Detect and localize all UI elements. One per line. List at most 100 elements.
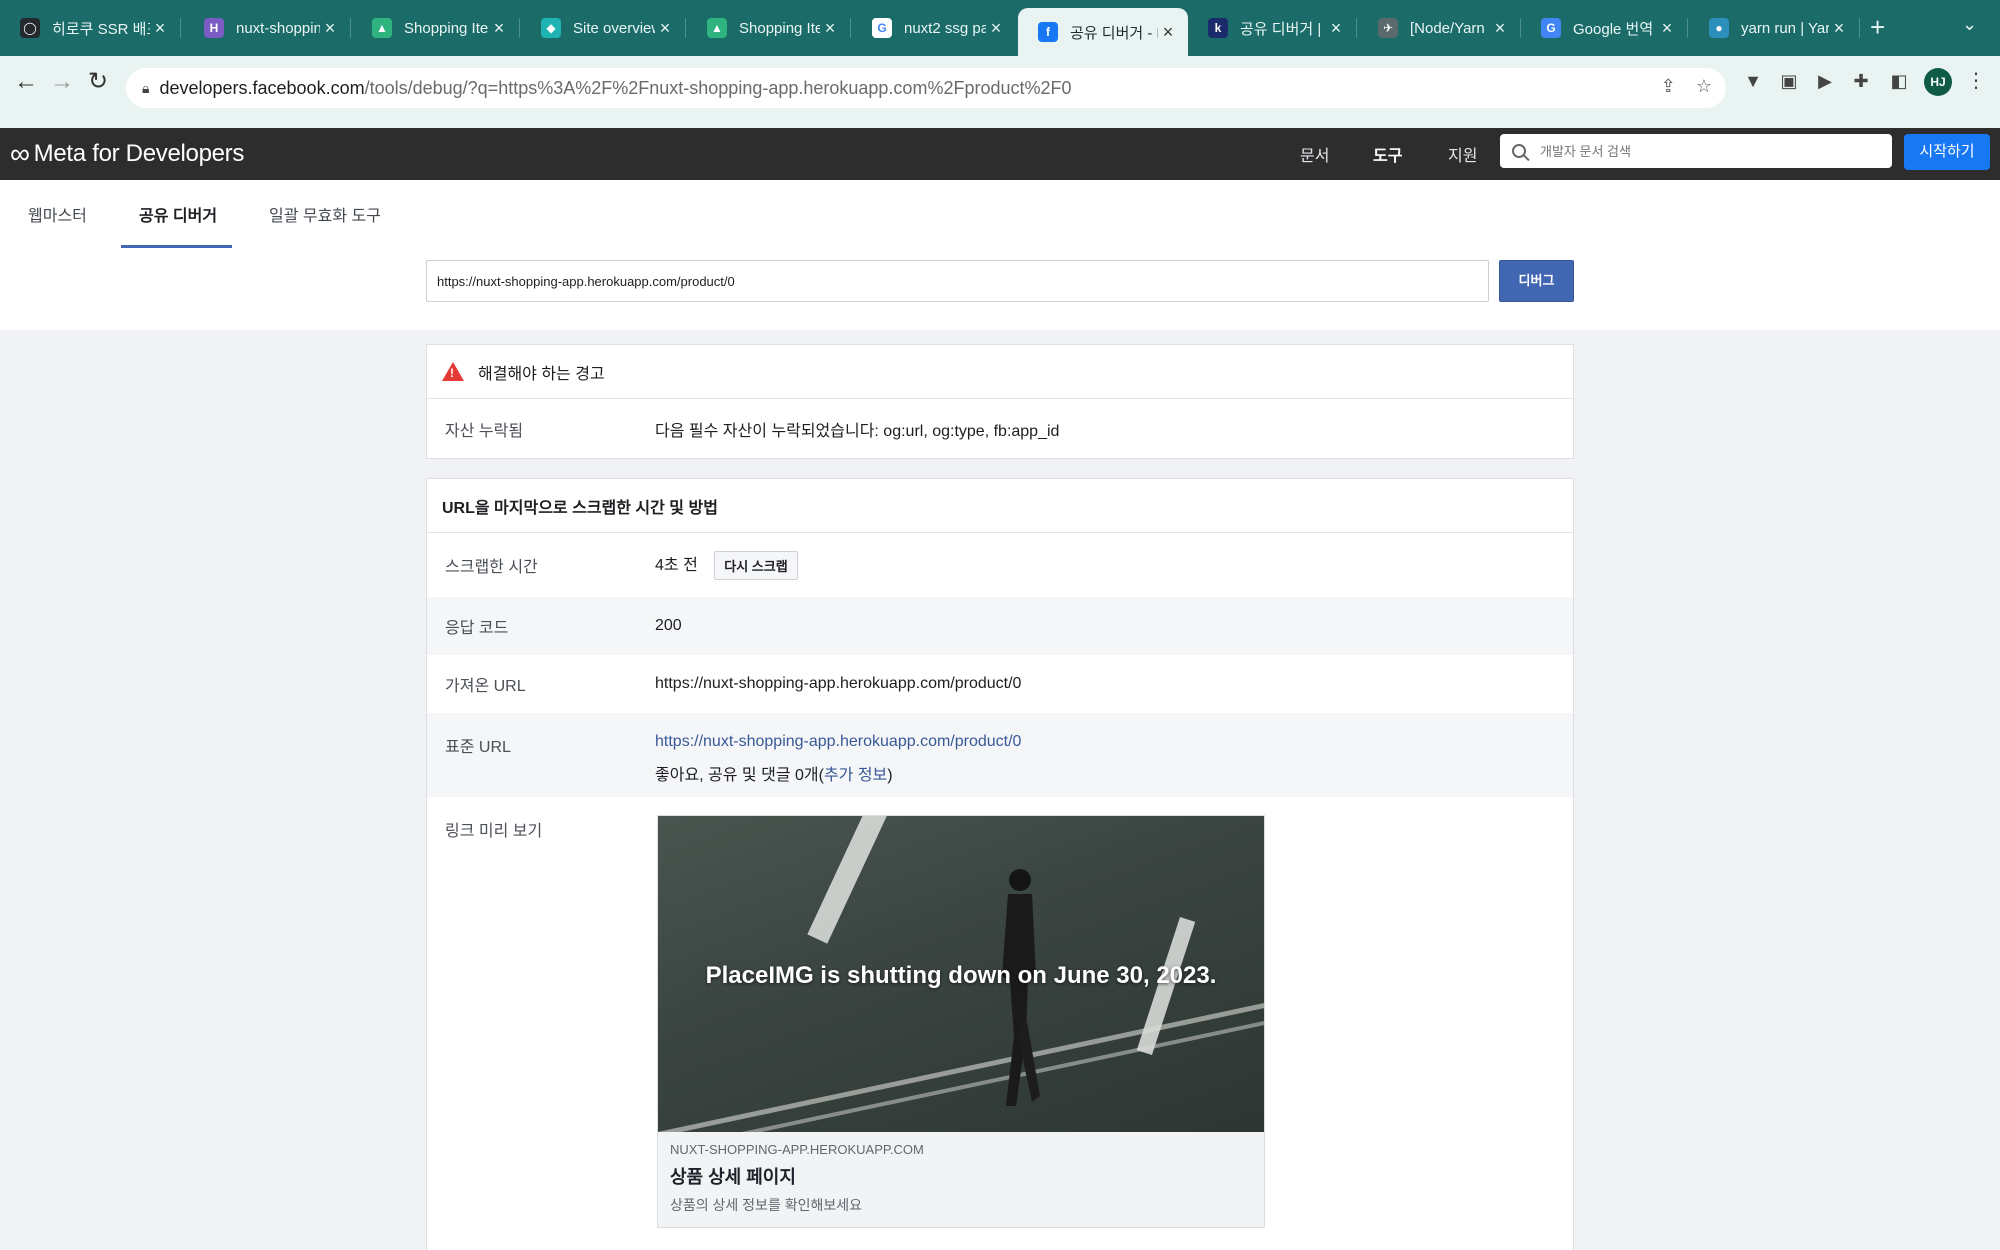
bookmark-star-icon[interactable]: ☆ bbox=[1696, 76, 1712, 97]
scraped-time-label: 스크랩한 시간 bbox=[445, 559, 538, 576]
google-icon: G bbox=[872, 18, 892, 38]
tab-title: yarn run | Yarn bbox=[1741, 19, 1829, 37]
tab-title: [Node/Yarn Iss bbox=[1410, 19, 1490, 37]
close-tab-icon[interactable]: × bbox=[820, 18, 840, 39]
heroku-icon: H bbox=[204, 18, 224, 38]
browser-tab[interactable]: Hnuxt-shopping× bbox=[184, 10, 351, 46]
nav-docs[interactable]: 문서 bbox=[1300, 142, 1329, 166]
forward-icon[interactable]: → bbox=[46, 66, 78, 98]
canonical-url-row: 표준 URL https://nuxt-shopping-app.herokua… bbox=[427, 713, 1573, 797]
kakao-icon: k bbox=[1208, 18, 1228, 38]
debug-button[interactable]: 디버그 bbox=[1499, 260, 1574, 302]
tab-title: Site overview | bbox=[573, 19, 655, 37]
browser-tab[interactable]: ▲ Shopping Item× bbox=[352, 10, 520, 46]
meta-logo[interactable]: ∞ Meta for Developers bbox=[10, 138, 244, 170]
close-tab-icon[interactable]: × bbox=[1326, 18, 1346, 39]
tab-title: 히로쿠 SSR 배포 bbox=[52, 20, 150, 38]
tab-separator bbox=[685, 18, 686, 38]
google-translate-icon: G bbox=[1541, 18, 1561, 38]
browser-tab[interactable]: ✈ [Node/Yarn Iss× bbox=[1358, 10, 1521, 46]
browser-tab[interactable]: ▲ Shopping Item× bbox=[687, 10, 851, 46]
browser-tab[interactable]: Gnuxt2 ssg path× bbox=[852, 10, 1016, 46]
preview-title: 상품 상세 페이지 bbox=[670, 1167, 796, 1187]
engagement-more-info-link[interactable]: 추가 정보 bbox=[824, 767, 887, 784]
close-tab-icon[interactable]: × bbox=[1657, 18, 1677, 39]
debug-url-input[interactable] bbox=[426, 260, 1489, 302]
browser-menu-icon[interactable]: ⋮ bbox=[1966, 68, 1986, 93]
browser-tab[interactable]: k 공유 디버거 | Ka× bbox=[1188, 10, 1357, 46]
github-icon: ◯ bbox=[20, 18, 40, 38]
warnings-card: 해결해야 하는 경고 자산 누락됨 다음 필수 자산이 누락되었습니다: og:… bbox=[426, 344, 1574, 459]
engagement-prefix: 좋아요, 공유 및 댓글 0개( bbox=[655, 767, 824, 784]
tab-separator bbox=[350, 18, 351, 38]
tab-batch-invalidator[interactable]: 일괄 무효화 도구 bbox=[269, 202, 381, 226]
close-tab-icon[interactable]: × bbox=[1490, 18, 1510, 39]
nav-tools[interactable]: 도구 bbox=[1373, 142, 1402, 166]
address-bar[interactable]: 🔒︎ developers.facebook.com/tools/debug/?… bbox=[126, 68, 1726, 108]
preview-image: PlaceIMG is shutting down on June 30, 20… bbox=[658, 816, 1264, 1132]
tab-separator bbox=[1687, 18, 1688, 38]
active-tab-indicator bbox=[121, 245, 232, 248]
tab-separator bbox=[519, 18, 520, 38]
reload-icon[interactable]: ↻ bbox=[82, 66, 114, 98]
fetched-url-link[interactable]: https://nuxt-shopping-app.herokuapp.com/… bbox=[655, 675, 1021, 693]
response-code-row: 응답 코드 200 bbox=[427, 597, 1573, 655]
tool-subheader: 웹마스터 공유 디버거 일괄 무효화 도구 디버그 bbox=[0, 180, 2000, 330]
scrape-info-card: URL을 마지막으로 스크랩한 시간 및 방법 스크랩한 시간 4초 전 다시 … bbox=[426, 478, 1574, 1250]
get-started-button[interactable]: 시작하기 bbox=[1904, 134, 1990, 170]
tab-title: nuxt2 ssg path bbox=[904, 19, 986, 37]
side-panel-icon[interactable]: ◧ bbox=[1886, 68, 1912, 94]
fetched-url-label: 가져온 URL bbox=[445, 678, 526, 695]
nav-support[interactable]: 지원 bbox=[1448, 142, 1477, 166]
logo-text: Meta for Developers bbox=[33, 140, 245, 167]
url-host: developers.facebook.com bbox=[159, 77, 365, 98]
scrape-info-header: URL을 마지막으로 스크랩한 시간 및 방법 bbox=[427, 479, 1573, 533]
velog-icon: ✈ bbox=[1378, 18, 1398, 38]
link-preview-card[interactable]: PlaceIMG is shutting down on June 30, 20… bbox=[657, 815, 1265, 1228]
tab-search-icon[interactable]: ⌄ bbox=[1962, 14, 1977, 35]
scraped-time-row: 스크랩한 시간 4초 전 다시 스크랩 bbox=[427, 533, 1573, 597]
profile-avatar[interactable]: HJ bbox=[1924, 68, 1952, 96]
media-icon[interactable]: ▶ bbox=[1812, 68, 1838, 94]
meta-infinity-icon: ∞ bbox=[10, 138, 30, 169]
vue-devtools-icon[interactable]: ▼ bbox=[1740, 68, 1766, 94]
browser-tab[interactable]: ● yarn run | Yarn × bbox=[1689, 10, 1860, 46]
yarn-icon: ● bbox=[1709, 18, 1729, 38]
extensions-icon[interactable]: ✚ bbox=[1848, 68, 1874, 94]
close-tab-icon[interactable]: × bbox=[1158, 22, 1178, 43]
warning-value: 다음 필수 자산이 누락되었습니다: og:url, og:type, fb:a… bbox=[655, 423, 1060, 440]
road-marking bbox=[807, 816, 891, 944]
close-tab-icon[interactable]: × bbox=[320, 18, 340, 39]
warning-icon bbox=[442, 362, 464, 381]
url-path: /tools/debug/?q=https%3A%2F%2Fnuxt-shopp… bbox=[364, 77, 1072, 98]
canonical-url-link[interactable]: https://nuxt-shopping-app.herokuapp.com/… bbox=[655, 733, 1021, 751]
warnings-header: 해결해야 하는 경고 bbox=[427, 345, 1573, 399]
preview-meta: NUXT-SHOPPING-APP.HEROKUAPP.COM 상품 상세 페이… bbox=[658, 1132, 1264, 1227]
search-input[interactable] bbox=[1540, 143, 1860, 159]
close-tab-icon[interactable]: × bbox=[655, 18, 675, 39]
browser-tab[interactable]: G Google 번역 × bbox=[1521, 10, 1688, 46]
tab-webmaster[interactable]: 웹마스터 bbox=[28, 202, 87, 226]
nuxt-icon: ▲ bbox=[372, 18, 392, 38]
engagement-text: 좋아요, 공유 및 댓글 0개(추가 정보) bbox=[655, 761, 1021, 785]
tab-title: Google 번역 bbox=[1573, 20, 1654, 38]
tab-sharing-debugger[interactable]: 공유 디버거 bbox=[139, 202, 217, 226]
share-icon[interactable]: ⇪ bbox=[1661, 76, 1676, 97]
nuxt-icon: ▲ bbox=[707, 18, 727, 38]
browser-tab[interactable]: ◆ Site overview |× bbox=[521, 10, 686, 46]
close-tab-icon[interactable]: × bbox=[150, 18, 170, 39]
meta-header: ∞ Meta for Developers 문서 도구 지원 시작하기 bbox=[0, 128, 2000, 180]
jump-desktop-icon[interactable]: ▣ bbox=[1776, 68, 1802, 94]
fetched-url-row: 가져온 URL https://nuxt-shopping-app.heroku… bbox=[427, 655, 1573, 713]
close-tab-icon[interactable]: × bbox=[986, 18, 1006, 39]
browser-tab[interactable]: f 공유 디버거 - M× bbox=[1018, 8, 1188, 56]
new-tab-button[interactable]: + bbox=[1870, 12, 1885, 43]
preview-description: 상품의 상세 정보를 확인해보세요 bbox=[670, 1197, 862, 1213]
link-preview-label: 링크 미리 보기 bbox=[445, 823, 543, 840]
browser-tab[interactable]: ◯ 히로쿠 SSR 배포 × bbox=[0, 10, 181, 46]
back-icon[interactable]: ← bbox=[10, 66, 42, 98]
close-tab-icon[interactable]: × bbox=[489, 18, 509, 39]
close-tab-icon[interactable]: × bbox=[1829, 18, 1849, 39]
rescrape-button[interactable]: 다시 스크랩 bbox=[714, 551, 798, 581]
dev-docs-search[interactable] bbox=[1500, 134, 1892, 168]
